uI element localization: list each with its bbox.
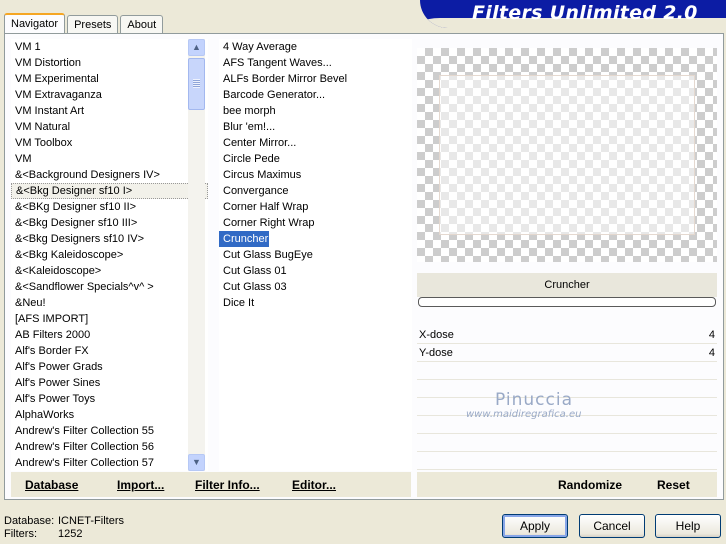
param-x-dose[interactable]: X-dose 4 (417, 326, 717, 344)
category-item[interactable]: &<Sandflower Specials^v^ > (11, 279, 208, 295)
param-value: 4 (708, 347, 715, 359)
selected-filter-name: Cruncher (417, 273, 717, 297)
param-label: Y-dose (419, 347, 453, 359)
category-item[interactable]: VM 1 (11, 39, 208, 55)
filter-item[interactable]: Cut Glass BugEye (219, 247, 412, 263)
editor-button[interactable]: Editor... (292, 478, 336, 492)
filter-item[interactable]: Center Mirror... (219, 135, 412, 151)
category-item[interactable]: VM Instant Art (11, 103, 208, 119)
category-item[interactable]: [AFS IMPORT] (11, 311, 208, 327)
filter-item[interactable]: Convergance (219, 183, 412, 199)
category-item[interactable]: &<Bkg Designers sf10 IV> (11, 231, 208, 247)
watermark-name: Pinuccia (495, 390, 573, 410)
apply-button[interactable]: Apply (502, 514, 568, 538)
title-banner: Filters Unlimited 2.0 (420, 0, 726, 28)
scroll-down-icon[interactable]: ▼ (188, 454, 205, 471)
filter-item[interactable]: ALFs Border Mirror Bevel (219, 71, 412, 87)
filter-item[interactable]: Circus Maximus (219, 167, 412, 183)
filter-item[interactable]: Dice It (219, 295, 412, 311)
category-item[interactable]: &Neu! (11, 295, 208, 311)
category-item[interactable]: Andrew's Filter Collection 56 (11, 439, 208, 455)
filter-item[interactable]: Corner Right Wrap (219, 215, 412, 231)
app-title: Filters Unlimited 2.0 (472, 2, 698, 24)
category-item[interactable]: &<Bkg Kaleidoscope> (11, 247, 208, 263)
category-item[interactable]: &<Bkg Designer sf10 III> (11, 215, 208, 231)
database-label: Database: (4, 515, 55, 527)
watermark-url: www.maidiregrafica.eu (466, 409, 582, 420)
category-item[interactable]: Alf's Power Grads (11, 359, 208, 375)
param-y-dose[interactable]: Y-dose 4 (417, 344, 717, 362)
param-value: 4 (708, 329, 715, 341)
preview-image (439, 75, 695, 235)
category-item[interactable]: Alf's Border FX (11, 343, 208, 359)
category-item[interactable]: Alf's Power Toys (11, 391, 208, 407)
filter-item[interactable]: AFS Tangent Waves... (219, 55, 412, 71)
progress-bar (418, 297, 716, 307)
filter-item[interactable]: Circle Pede (219, 151, 412, 167)
filter-item[interactable]: Cut Glass 03 (219, 279, 412, 295)
category-item[interactable]: &<BKg Designer sf10 II> (11, 199, 208, 215)
category-item[interactable]: Andrew's Filter Collection 55 (11, 423, 208, 439)
import-button[interactable]: Import... (117, 478, 164, 492)
filter-item[interactable]: 4 Way Average (219, 39, 412, 55)
category-item[interactable]: VM (11, 151, 208, 167)
category-item[interactable]: AlphaWorks (11, 407, 208, 423)
preview-area (417, 48, 717, 262)
randomize-button[interactable]: Randomize (558, 478, 622, 492)
category-scrollbar[interactable]: ▲ ▼ (188, 39, 205, 471)
preview-action-bar: Randomize Reset (417, 472, 717, 497)
filters-count: 1252 (58, 528, 83, 540)
category-item[interactable]: &<Kaleidoscope> (11, 263, 208, 279)
reset-button[interactable]: Reset (657, 478, 690, 492)
tab-navigator[interactable]: Navigator (4, 13, 66, 34)
category-item[interactable]: &<Background Designers IV> (11, 167, 208, 183)
param-empty-row (417, 362, 717, 380)
list-action-bar: Database Import... Filter Info... Editor… (11, 472, 411, 497)
cancel-button[interactable]: Cancel (579, 514, 645, 538)
navigator-panel: VM 1 VM Distortion VM Experimental VM Extra… (4, 33, 724, 500)
category-item[interactable]: AB Filters 2000 (11, 327, 208, 343)
category-item[interactable]: Andrew's Filter Collection 57 (11, 455, 208, 471)
param-empty-row (417, 434, 717, 452)
category-item[interactable]: VM Distortion (11, 55, 208, 71)
filter-item[interactable]: bee morph (219, 103, 412, 119)
param-label: X-dose (419, 329, 454, 341)
filter-info-button[interactable]: Filter Info... (195, 478, 260, 492)
tab-bar: Navigator Presets About (4, 13, 165, 34)
category-item[interactable]: VM Natural (11, 119, 208, 135)
param-empty-row (417, 452, 717, 470)
category-item[interactable]: VM Experimental (11, 71, 208, 87)
category-list[interactable]: VM 1 VM Distortion VM Experimental VM Extra… (11, 39, 208, 471)
filter-item[interactable]: Barcode Generator... (219, 87, 412, 103)
database-button[interactable]: Database (25, 478, 78, 492)
scroll-up-icon[interactable]: ▲ (188, 39, 205, 56)
category-item[interactable]: Alf's Power Sines (11, 375, 208, 391)
filter-item[interactable]: Corner Half Wrap (219, 199, 412, 215)
category-item[interactable]: &<Bkg Designer sf10 I> (11, 183, 208, 199)
category-item[interactable]: VM Toolbox (11, 135, 208, 151)
filter-item[interactable]: Blur 'em!... (219, 119, 412, 135)
filters-label: Filters: (4, 528, 37, 540)
filter-list[interactable]: 4 Way Average AFS Tangent Waves... ALFs Bo… (219, 39, 412, 471)
help-button[interactable]: Help (655, 514, 721, 538)
filter-item[interactable]: Cruncher (219, 231, 269, 247)
tab-presets[interactable]: Presets (67, 15, 119, 33)
database-value: ICNET-Filters (58, 515, 124, 527)
status-info: Database: ICNET-Filters Filters: 1252 (4, 515, 124, 541)
filter-item[interactable]: Cut Glass 01 (219, 263, 412, 279)
category-item[interactable]: VM Extravaganza (11, 87, 208, 103)
scroll-thumb[interactable] (188, 58, 205, 110)
tab-about[interactable]: About (120, 15, 164, 33)
